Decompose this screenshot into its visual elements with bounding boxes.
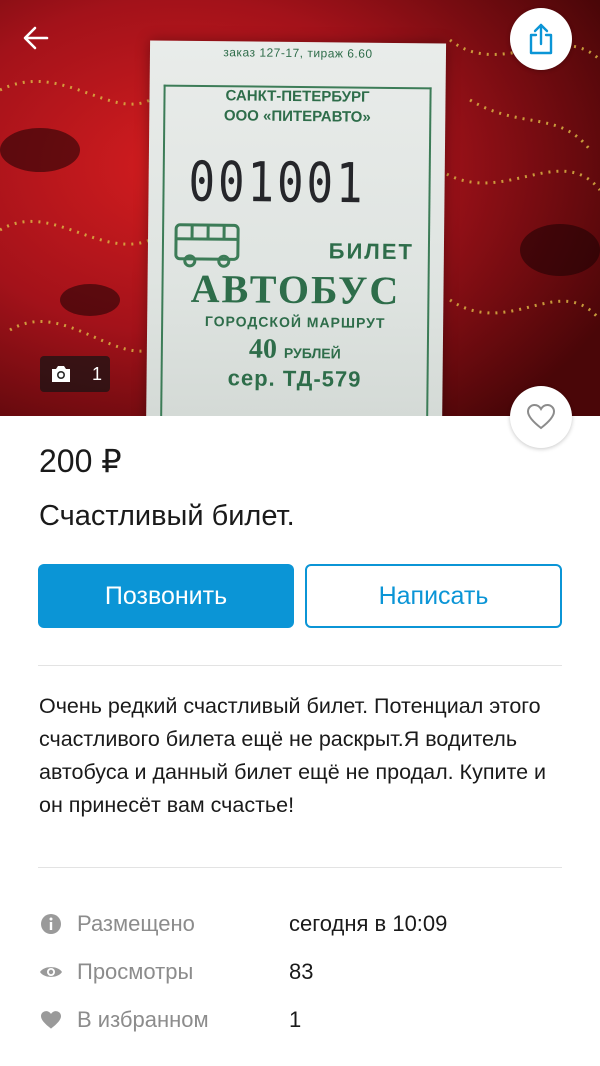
ticket-price-unit: РУБЛЕЙ — [283, 344, 341, 362]
bus-ticket-image: заказ 127-17, тираж 6.60 САНКТ-ПЕТЕРБУРГ… — [145, 40, 447, 416]
listing-title: Счастливый билет. — [39, 500, 295, 532]
camera-icon — [52, 366, 70, 382]
stat-value: 1 — [289, 1007, 302, 1032]
ticket-route: ГОРОДСКОЙ МАРШРУТ — [204, 313, 386, 331]
ticket-company: ООО «ПИТЕРАВТО» — [223, 107, 371, 126]
info-icon — [39, 912, 63, 936]
ticket-number: 001001 — [188, 150, 366, 217]
stat-row-views: Просмотры 83 — [39, 957, 569, 987]
stat-label: В избранном — [77, 1007, 209, 1032]
back-button[interactable] — [18, 20, 54, 56]
listing-photo[interactable]: заказ 127-17, тираж 6.60 САНКТ-ПЕТЕРБУРГ… — [0, 0, 600, 416]
heart-icon — [39, 1008, 63, 1032]
stat-row-favorites: В избранном 1 — [39, 1005, 569, 1035]
ticket-price-value: 40 — [248, 333, 278, 365]
ticket-order-line: заказ 127-17, тираж 6.60 — [223, 45, 373, 61]
favorite-button[interactable] — [510, 386, 572, 448]
stat-value: сегодня в 10:09 — [289, 911, 448, 936]
arrow-left-icon — [23, 26, 49, 50]
share-button[interactable] — [510, 8, 572, 70]
photo-counter: 1 — [40, 356, 110, 392]
stat-value: 83 — [289, 959, 314, 984]
stat-label: Просмотры — [77, 959, 194, 984]
ticket-price: 40 РУБЛЕЙ — [147, 332, 443, 367]
write-button[interactable]: Написать — [305, 564, 562, 628]
listing-description: Очень редкий счастливый билет. Потенциал… — [39, 694, 547, 817]
photo-count-value: 1 — [92, 363, 103, 384]
ticket-city: САНКТ-ПЕТЕРБУРГ — [225, 87, 370, 106]
stat-label: Размещено — [77, 911, 195, 936]
call-button[interactable]: Позвонить — [38, 564, 294, 628]
ticket-label: БИЛЕТ — [328, 238, 415, 265]
divider — [38, 665, 562, 666]
ticket-series: сер. ТД-579 — [227, 365, 362, 392]
heart-outline-icon — [526, 403, 556, 430]
eye-icon — [39, 960, 63, 984]
stat-row-posted: Размещено сегодня в 10:09 — [39, 909, 569, 939]
ticket-kind: АВТОБУС — [190, 265, 401, 314]
listing-price: 200 ₽ — [39, 443, 122, 479]
share-icon — [529, 23, 553, 55]
bus-icon — [174, 223, 240, 268]
divider — [38, 867, 562, 868]
